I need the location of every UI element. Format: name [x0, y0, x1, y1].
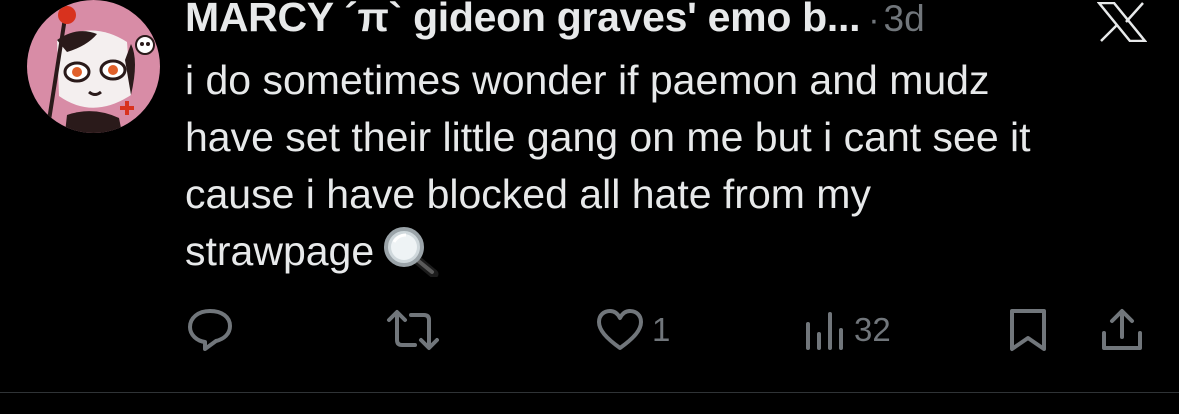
- bookmark-icon: [1010, 309, 1046, 351]
- reply-icon: [188, 309, 232, 351]
- repost-button[interactable]: [385, 305, 441, 355]
- avatar[interactable]: [27, 0, 160, 133]
- heart-icon: [597, 309, 643, 350]
- like-button[interactable]: 1: [596, 305, 670, 355]
- display-name[interactable]: MARCY ´π` gideon graves' emo b...: [185, 0, 861, 41]
- share-icon: [1102, 309, 1142, 350]
- like-count: 1: [652, 311, 671, 348]
- tweet-card[interactable]: MARCY ´π` gideon graves' emo b... · 3d i…: [0, 0, 1179, 392]
- tweet-actions: 1 32: [0, 305, 1179, 355]
- header-separator: ·: [868, 1, 880, 39]
- bookmark-button[interactable]: [1008, 305, 1048, 355]
- tweet-text-line: have set their little gang on me but i c…: [185, 114, 1031, 160]
- repost-icon: [387, 310, 439, 350]
- x-logo-icon: [1096, 1, 1148, 43]
- share-button[interactable]: [1100, 305, 1144, 355]
- avatar-image: [27, 0, 160, 133]
- tweet-text-line: i do sometimes wonder if paemon and mudz: [185, 57, 990, 103]
- magnifying-glass-emoji: [382, 227, 440, 279]
- tweet-text-line: cause i have blocked all hate from my: [185, 171, 871, 217]
- views-bar-chart-icon: [806, 312, 843, 350]
- reply-button[interactable]: [186, 305, 234, 355]
- timestamp[interactable]: 3d: [884, 0, 925, 40]
- tweet-header: MARCY ´π` gideon graves' emo b... · 3d: [185, 0, 925, 44]
- tweet-text-line-last: strawpage: [185, 223, 1145, 280]
- views-count: 32: [854, 311, 891, 348]
- tweet-text: i do sometimes wonder if paemon and mudz…: [185, 52, 1145, 280]
- tweet-text-line: strawpage: [185, 228, 375, 274]
- views-button[interactable]: 32: [802, 305, 891, 355]
- tweet-divider: [0, 392, 1179, 393]
